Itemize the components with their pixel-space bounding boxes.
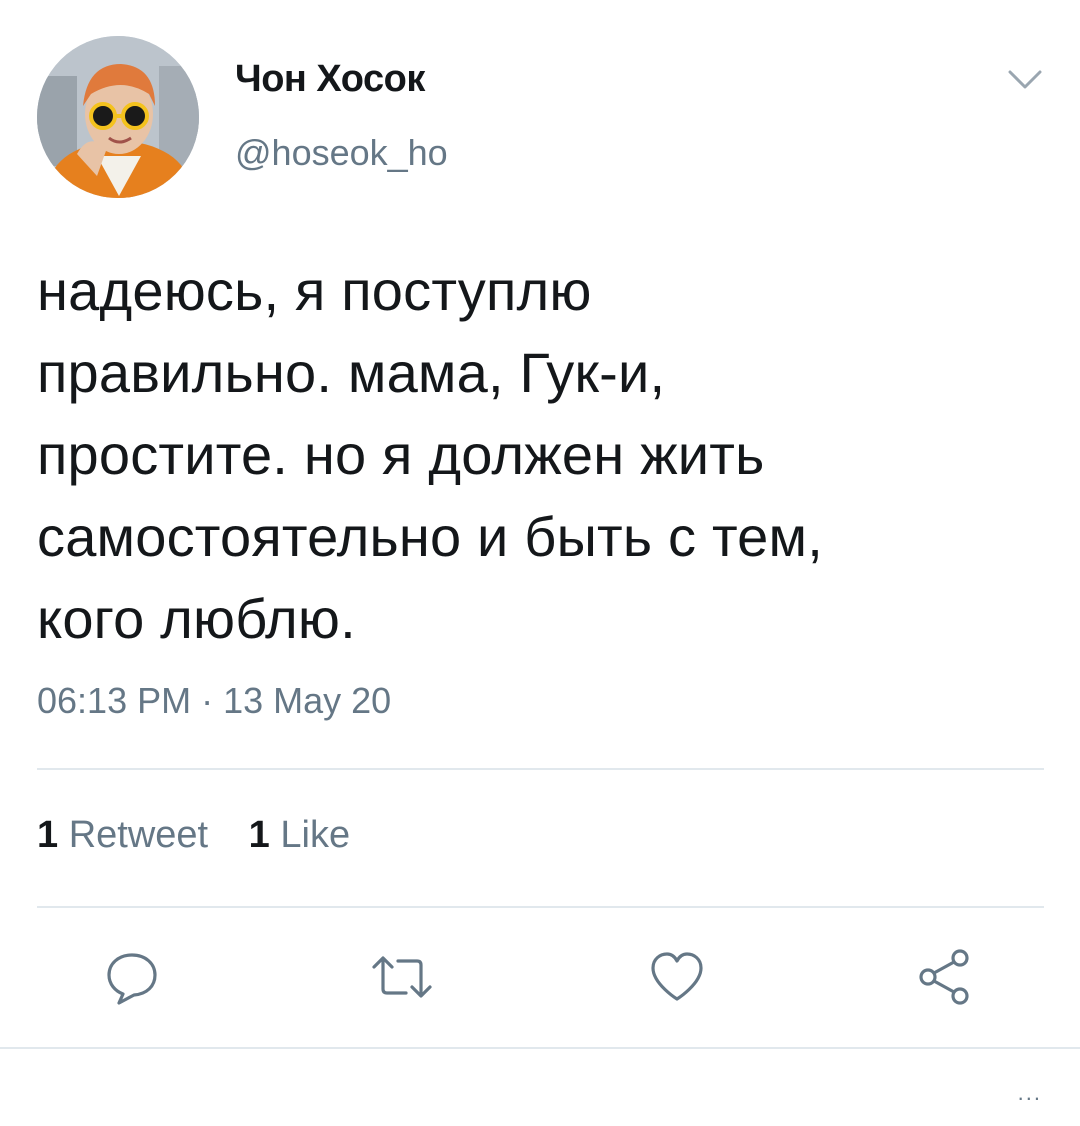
avatar-image [37,36,199,198]
tweet-header: Чон Хосок @hoseok_ho [37,36,1047,200]
retweet-icon[interactable] [370,945,434,1009]
retweet-count: 1 [37,814,59,856]
tweet-text-line: самостоятельно и быть с тем, [37,505,823,568]
more-dots-icon[interactable]: ... [1018,1080,1042,1106]
tweet-text-line: правильно. мама, Гук-и, [37,341,666,404]
tweet-actions [0,945,1080,1015]
divider [0,1047,1080,1049]
tweet-text: надеюсь, я поступлю правильно. мама, Гук… [37,250,1037,660]
like-label: Like [280,814,351,856]
avatar[interactable] [37,36,199,198]
tweet-timestamp[interactable]: 06:13 PM · 13 May 20 [37,680,391,722]
like-stat[interactable]: 1 Like [249,814,350,856]
retweet-label: Retweet [68,814,209,856]
divider [37,906,1044,908]
tweet-text-line: надеюсь, я поступлю [37,259,592,322]
tweet-text-line: простите. но я должен жить [37,423,765,486]
author-handle[interactable]: @hoseok_ho [235,132,448,174]
chevron-down-icon[interactable] [1007,68,1043,92]
tweet-stats: 1 Retweet 1 Like [37,814,380,857]
like-count: 1 [248,814,270,856]
divider [37,768,1044,770]
author-name[interactable]: Чон Хосок [235,58,425,101]
heart-icon[interactable] [645,945,709,1009]
reply-icon[interactable] [100,945,164,1009]
share-icon[interactable] [912,945,976,1009]
retweet-stat[interactable]: 1 Retweet [37,814,208,856]
tweet-text-line: кого люблю. [37,587,356,650]
